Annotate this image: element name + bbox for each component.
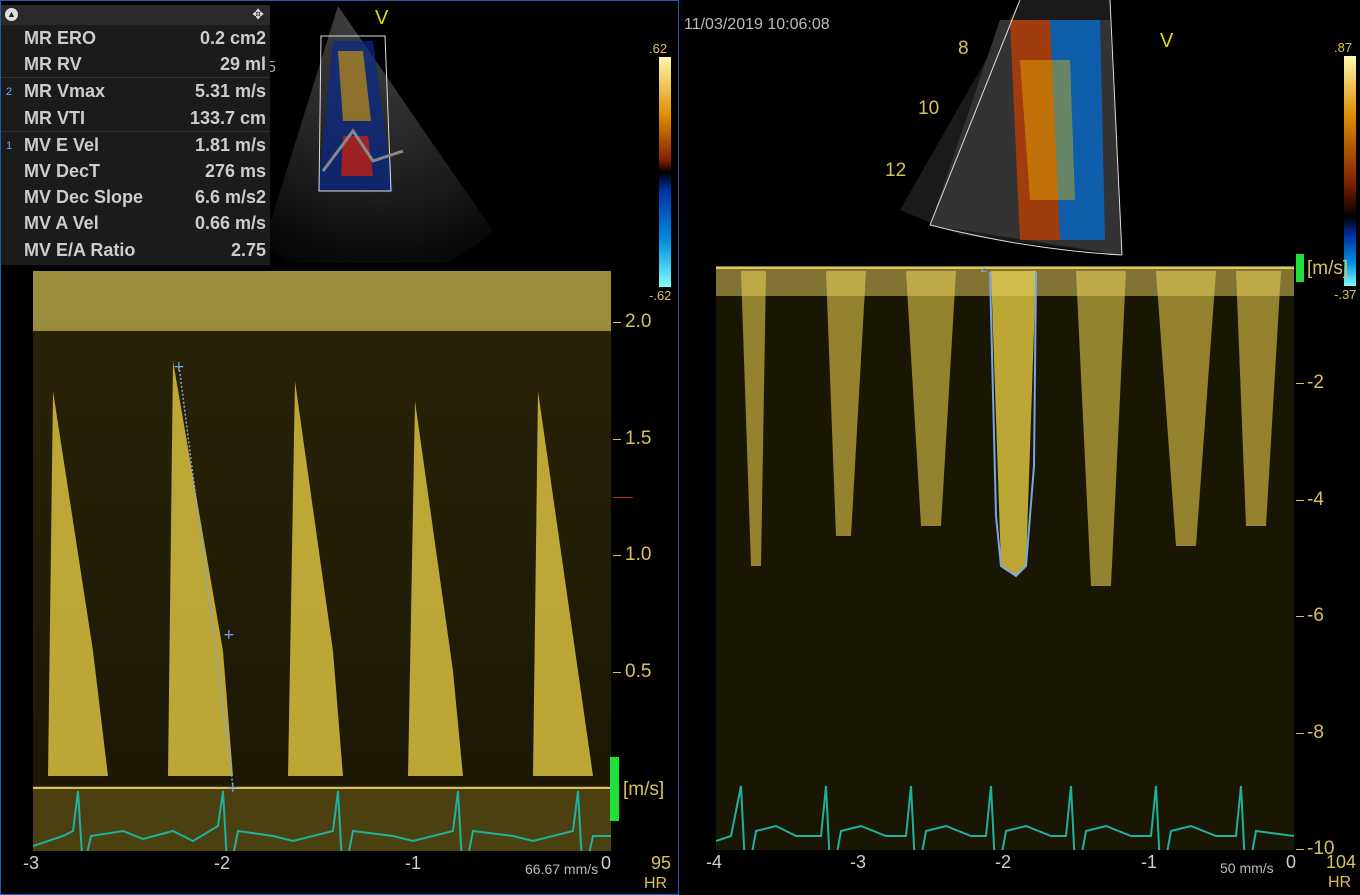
right-colorbar-min: -.37 — [1334, 287, 1357, 302]
svg-text:+: + — [173, 359, 185, 375]
measurement-row[interactable]: MV E/A Ratio 2.75 — [1, 237, 270, 263]
measurement-row[interactable]: MR VTI 133.7 cm — [1, 105, 270, 131]
depth-mark: 12 — [885, 160, 907, 181]
tick — [1296, 616, 1304, 617]
velocity-tick-label: 1.0 — [625, 544, 652, 565]
measurement-label: MR RV — [24, 54, 82, 75]
velocity-tick-label: -6 — [1307, 605, 1324, 626]
move-icon[interactable]: ✥ — [252, 6, 264, 23]
time-tick-label: -1 — [405, 853, 422, 873]
left-unit-label: [m/s] — [623, 779, 665, 800]
right-sector-label: V — [1160, 30, 1174, 52]
time-tick-label: -2 — [214, 853, 231, 873]
measurement-row[interactable]: MV Dec Slope 6.6 m/s2 — [1, 184, 270, 210]
left-hr-value: 95 — [651, 853, 672, 873]
time-tick-label: 0 — [601, 853, 612, 873]
tick — [613, 555, 621, 556]
left-baseline-handle[interactable] — [610, 757, 619, 821]
measurement-label: MV E Vel — [24, 134, 100, 155]
tick — [613, 322, 621, 323]
left-colorbar-max: .62 — [649, 41, 668, 56]
velocity-tick-label: 2.0 — [625, 311, 652, 332]
right-baseline-handle[interactable] — [1296, 254, 1304, 282]
left-colorbar — [659, 57, 671, 287]
right-doppler-panel[interactable]: 11/03/2019 10:06:08 V 8 10 12 .87 -.37 2 — [680, 0, 1360, 895]
measurement-label: MV Dec Slope — [24, 187, 144, 208]
velocity-tick-label: -4 — [1307, 489, 1324, 510]
depth-mark: 8 — [958, 38, 969, 59]
left-color-sector-image — [263, 6, 493, 263]
measurement-value: 29 ml — [219, 54, 266, 75]
right-colorbar — [1344, 56, 1356, 286]
measurement-rows: MR ERO 0.2 cm2 MR RV 29 ml 2 MR Vmax 5.31 m/… — [1, 25, 270, 263]
tick — [1296, 849, 1304, 850]
time-tick-label: -3 — [23, 853, 40, 873]
tick — [1296, 733, 1304, 734]
measurement-value: 5.31 m/s — [194, 81, 266, 102]
measurement-row[interactable]: 1 MV E Vel 1.81 m/s — [1, 130, 270, 158]
velocity-tick-label: -8 — [1307, 722, 1324, 743]
measurement-value: 133.7 cm — [189, 107, 266, 128]
measurement-value: 1.81 m/s — [194, 134, 266, 155]
measurement-value: 6.6 m/s2 — [194, 187, 266, 208]
measurement-row[interactable]: MV DecT 276 ms — [1, 158, 270, 184]
time-tick-label: -1 — [1141, 852, 1158, 872]
measurement-panel: ▲ ✥ MR ERO 0.2 cm2 MR RV 29 ml 2 MR Vmax 5.3… — [1, 5, 270, 265]
measurement-row[interactable]: MR RV 29 ml — [1, 51, 270, 77]
svg-text:+: + — [223, 627, 235, 643]
right-hr-value: 104 — [1326, 852, 1357, 872]
measurement-panel-header: ▲ ✥ — [1, 5, 270, 25]
right-unit-label: [m/s] — [1307, 258, 1349, 279]
measurement-label: MV A Vel — [24, 213, 99, 234]
timestamp: 11/03/2019 10:06:08 — [684, 16, 830, 33]
right-spectral-doppler[interactable]: 2 — [716, 266, 1294, 850]
baseline-marker — [613, 497, 633, 498]
measurement-label: MR ERO — [24, 28, 96, 48]
collapse-icon[interactable]: ▲ — [5, 8, 18, 21]
measurement-value: 2.75 — [230, 239, 266, 260]
right-colorbar-max: .87 — [1334, 40, 1353, 55]
tick — [1296, 500, 1304, 501]
right-color-sector-image — [900, 0, 1123, 256]
tick — [1296, 383, 1304, 384]
right-sweep-speed: 50 mm/s — [1220, 860, 1274, 876]
time-tick-label: -2 — [995, 852, 1012, 872]
measurement-value: 276 ms — [204, 160, 266, 181]
tick — [613, 672, 621, 673]
measurement-row[interactable]: MR ERO 0.2 cm2 — [1, 25, 270, 51]
measurement-row[interactable]: MV A Vel 0.66 m/s — [1, 210, 270, 236]
measurement-label: MV DecT — [24, 160, 101, 181]
measurement-label: MR Vmax — [24, 81, 106, 102]
depth-mark: 10 — [918, 98, 940, 119]
velocity-tick-label: -2 — [1307, 372, 1324, 393]
velocity-tick-label: 1.5 — [625, 428, 652, 449]
left-hr-label: HR — [644, 875, 668, 892]
measurement-row[interactable]: 2 MR Vmax 5.31 m/s — [1, 77, 270, 104]
measurement-label: MR VTI — [24, 107, 85, 128]
measurement-label: MV E/A Ratio — [24, 239, 136, 260]
time-tick-label: 0 — [1286, 852, 1297, 872]
left-colorbar-min: -.62 — [649, 288, 672, 303]
time-tick-label: -3 — [850, 852, 867, 872]
measurement-value: 0.66 m/s — [194, 213, 266, 234]
measurement-value: 0.2 cm2 — [199, 28, 266, 48]
time-tick-label: -4 — [706, 852, 723, 872]
left-sweep-speed: 66.67 mm/s — [525, 861, 599, 877]
right-hr-label: HR — [1328, 874, 1352, 891]
tick — [613, 439, 621, 440]
trace-marker: 2 — [980, 266, 988, 275]
left-doppler-panel[interactable]: V 5 .62 -.62 ▲ ✥ MR ERO 0.2 cm2 MR RV 29 m… — [0, 0, 679, 895]
left-spectral-doppler[interactable]: + + + — [33, 271, 611, 851]
svg-text:+: + — [227, 780, 239, 796]
left-sector-label: V — [375, 7, 389, 29]
velocity-tick-label: 0.5 — [625, 661, 652, 682]
